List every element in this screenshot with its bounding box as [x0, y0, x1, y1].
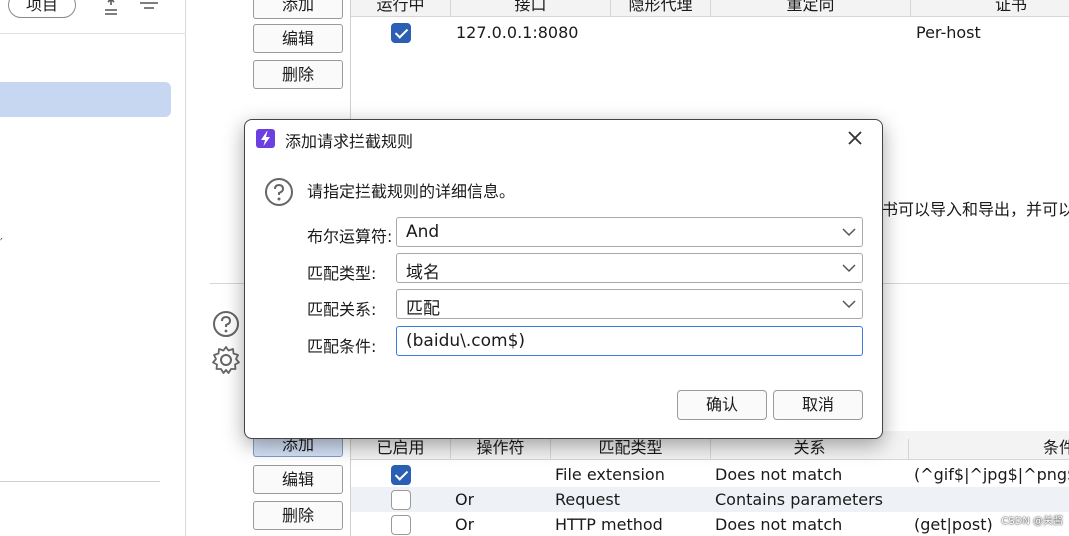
running-checkbox[interactable]: [391, 23, 411, 43]
cancel-button[interactable]: 取消: [773, 390, 863, 420]
project-button[interactable]: 项目: [8, 0, 76, 18]
divider: [0, 33, 186, 34]
relation-cell: Does not match: [715, 465, 843, 484]
column-header[interactable]: 运行中: [351, 0, 451, 17]
column-header[interactable]: 条件: [909, 439, 1069, 460]
table-row[interactable]: File extension Does not match (^gif$|^jp…: [351, 462, 1069, 487]
chevron-down-icon: [842, 228, 856, 237]
table-header: 运行中 接口 隐形代理 重定向 证书: [351, 0, 1069, 17]
rules-delete-button[interactable]: 删除: [253, 501, 343, 530]
certificate-cell: Per-host: [916, 23, 981, 42]
question-icon: [265, 178, 293, 206]
enabled-checkbox[interactable]: [391, 465, 411, 485]
match-type-cell: HTTP method: [555, 515, 663, 534]
enabled-checkbox[interactable]: [391, 490, 411, 510]
operator-cell: Or: [455, 515, 475, 534]
lightning-icon: [256, 129, 275, 148]
help-icon[interactable]: [212, 310, 240, 338]
watermark: CSDN @关酱: [1001, 516, 1063, 527]
column-header[interactable]: 证书: [911, 0, 1069, 17]
left-panel: 项目 ′: [0, 0, 186, 536]
intercept-rules-table: 已启用 操作符 匹配类型 关系 条件 File extension Does n…: [350, 428, 1069, 536]
match-relationship-label: 匹配关系:: [307, 300, 377, 319]
proxy-delete-button[interactable]: 删除: [253, 60, 343, 89]
filter-icon[interactable]: [138, 0, 160, 16]
chevron-down-icon: [842, 264, 856, 273]
column-header[interactable]: 隐形代理: [611, 0, 711, 17]
condition-cell: (get|post): [914, 515, 993, 534]
match-type-cell: Request: [555, 490, 620, 509]
table-row[interactable]: 127.0.0.1:8080 Per-host: [351, 20, 1069, 45]
column-header[interactable]: 重定向: [711, 0, 911, 17]
select-value: 匹配: [406, 299, 440, 319]
add-intercept-rule-dialog: 添加请求拦截规则 请指定拦截规则的详细信息。 布尔运算符: And 匹配类型: …: [244, 119, 883, 439]
boolean-operator-select[interactable]: And: [396, 217, 863, 247]
dialog-title-bar[interactable]: 添加请求拦截规则: [245, 120, 882, 156]
column-header[interactable]: 匹配类型: [551, 439, 711, 460]
dialog-title: 添加请求拦截规则: [285, 132, 414, 151]
relation-cell: Contains parameters: [715, 490, 883, 509]
input-value: (baidu\.com$): [406, 331, 526, 351]
condition-cell: (^gif$|^jpg$|^png$|: [914, 465, 1069, 484]
select-value: 域名: [406, 263, 440, 283]
description-text: 书可以导入和导出，并可以: [882, 200, 1069, 219]
match-condition-input[interactable]: (baidu\.com$): [396, 326, 863, 356]
confirm-button[interactable]: 确认: [677, 390, 767, 420]
sort-icon[interactable]: [100, 0, 122, 16]
match-type-select[interactable]: 域名: [396, 253, 863, 283]
proxy-add-button[interactable]: 添加: [253, 0, 343, 19]
match-type-label: 匹配类型:: [307, 264, 377, 283]
match-condition-label: 匹配条件:: [307, 337, 377, 356]
gear-icon[interactable]: [211, 345, 241, 375]
column-header[interactable]: 接口: [451, 0, 611, 17]
dialog-info-text: 请指定拦截规则的详细信息。: [307, 182, 516, 201]
match-relationship-select[interactable]: 匹配: [396, 289, 863, 319]
interface-cell: 127.0.0.1:8080: [456, 23, 579, 42]
column-header[interactable]: 操作符: [451, 439, 551, 460]
column-header[interactable]: 关系: [711, 439, 909, 460]
proxy-edit-button[interactable]: 编辑: [253, 24, 343, 53]
rules-edit-button[interactable]: 编辑: [253, 465, 343, 494]
operator-cell: Or: [455, 490, 475, 509]
table-row[interactable]: Or Request Contains parameters: [351, 487, 1069, 512]
match-type-cell: File extension: [555, 465, 665, 484]
close-icon[interactable]: [843, 126, 867, 150]
selected-tree-item[interactable]: [0, 82, 171, 117]
chevron-down-icon: [842, 300, 856, 309]
select-value: And: [406, 222, 440, 242]
table-row[interactable]: Or HTTP method Does not match (get|post): [351, 512, 1069, 536]
boolean-operator-label: 布尔运算符:: [307, 227, 393, 246]
column-header[interactable]: 已启用: [351, 439, 451, 460]
relation-cell: Does not match: [715, 515, 843, 534]
enabled-checkbox[interactable]: [391, 515, 411, 535]
divider: [0, 481, 160, 482]
tree-expand-marker: ′: [0, 236, 3, 250]
